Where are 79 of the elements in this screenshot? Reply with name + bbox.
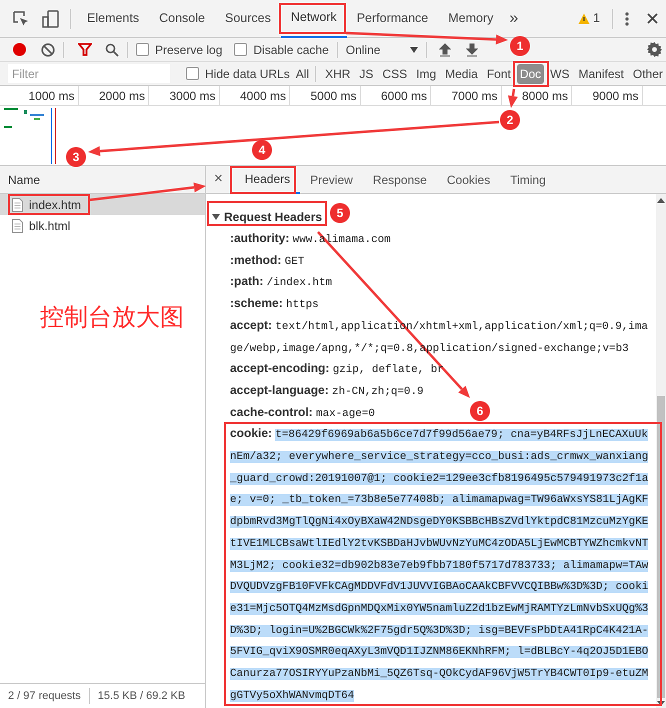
more-options-icon[interactable] xyxy=(625,12,629,26)
header-row-text: cache-control: max-age=0 xyxy=(229,404,375,422)
detail-tab[interactable]: Cookies xyxy=(436,166,500,194)
panel-tab[interactable]: Memory xyxy=(438,0,504,38)
disable-cache-label[interactable]: Disable cache xyxy=(253,40,329,58)
type-filter[interactable]: Img xyxy=(413,64,440,84)
warning-icon xyxy=(578,12,590,24)
time-tick: 7000 ms xyxy=(451,88,498,104)
type-filter[interactable]: CSS xyxy=(379,64,410,84)
transfer-size: 15.5 KB / 69.2 KB xyxy=(98,688,186,704)
header-row-text: accept-encoding: gzip, deflate, br xyxy=(229,360,444,378)
record-button[interactable] xyxy=(13,43,26,56)
filter-field[interactable]: Filter xyxy=(8,64,170,83)
highlight-frame xyxy=(513,61,549,87)
type-filter[interactable]: JS xyxy=(356,64,376,84)
type-filter[interactable]: XHR xyxy=(322,64,354,84)
type-filter[interactable]: Manifest xyxy=(576,64,627,84)
header-row-text: accept-language: zh-CN,zh;q=0.9 xyxy=(229,382,424,400)
type-filter[interactable]: Font xyxy=(484,64,514,84)
document-icon xyxy=(12,218,23,232)
checkbox[interactable] xyxy=(234,43,248,56)
expand-triangle-icon[interactable] xyxy=(212,213,220,221)
upload-icon[interactable] xyxy=(438,42,451,56)
detail-tab[interactable]: Headers xyxy=(234,166,300,194)
panel-tab[interactable]: Elements xyxy=(77,0,150,38)
request-count: 2 / 97 requests xyxy=(8,688,81,704)
close-icon[interactable] xyxy=(647,13,658,24)
scroll-up-icon[interactable] xyxy=(656,196,666,206)
preserve-log-label[interactable]: Preserve log xyxy=(155,40,222,58)
panel-tab[interactable]: Performance xyxy=(346,0,438,38)
warning-count[interactable]: 1 xyxy=(593,9,600,28)
waterfall-overview xyxy=(4,108,56,164)
hide-data-urls-label[interactable]: Hide data URLs xyxy=(205,64,290,82)
detail-tab[interactable]: Preview xyxy=(300,166,363,194)
clear-icon[interactable] xyxy=(41,42,55,56)
highlight-frame xyxy=(279,3,346,34)
type-filter[interactable]: WS xyxy=(547,64,573,84)
download-icon[interactable] xyxy=(466,42,478,56)
highlight-frame xyxy=(230,166,296,194)
document-icon xyxy=(12,198,23,212)
time-tick: 8000 ms xyxy=(522,88,568,104)
header-row-text: :scheme: https xyxy=(229,295,319,314)
type-filter[interactable]: Other xyxy=(630,64,666,84)
settings-icon[interactable] xyxy=(647,42,662,57)
step-marker: 5 xyxy=(330,203,350,223)
step-marker: 6 xyxy=(470,401,490,421)
time-tick: 4000 ms xyxy=(240,88,286,104)
step-marker: 4 xyxy=(252,140,272,160)
header-row-text: cookie: t=86429f6969ab6a5b6ce7d7f99d56ae79; cna=yB4RFsJjLnECAXuUknEm/a32; everywhere_service_strategy=cco_busi:ads_crmwx_wanxiang_guard_crowd:20191007@1; cookie2=129ee3cfb8196495c579491973c2f1ae; v=0; _tb_token_=73b8e5e77408b; alimamapwag=TW96aWxsYS81LjAgKFdpbmRvd3MgTlQgNi4xOyBXaW42NDsgeDY0KSBBcHBsZVdlYktpdC81MzcuMzYgKEtIVE1MLCBsaWtlIEdlY2tvKSBDaHJvbWUvNzYuMC4zODA5LjEwMCBTYWZhcmkvNTM3LjM2; cookie32=db902b83e7eb9fbb7180f5717d783733; alimamapw=TAwDVQUDVzgFB10FVFkCAgMDDVFdV1JUVVIGBAoCAAkCBFVVCQIBBw%3D%3D; cookie31=Mjc5OTQ4MzMsdGpnMDQxMix0YW5namluZ2d1bzEwMjRAMTYzLmNvbSxUQg%3D%3D; login=U%2BGCWk%2F75gdr5Q%3D%3D; isg=BEVFsPbDtA41RpC4K421A-5FVIG_qviX9OSMR0eqAXyL3mVQD1IJZNM86EKNhRFM; l=dBLBcY-4q2OJ5D1EBOCanurza77OSIRYYuPzaNbMi_5QZ6Tsq-QOkCydAF96VjW5TrYB4CWT0Ip9-etuZMgGTVy5oXhWANvmqDT64 xyxy=(229,425,650,704)
time-tick: 1000 ms xyxy=(28,88,74,104)
type-filter[interactable]: Media xyxy=(442,64,481,84)
throttling-select[interactable]: Online xyxy=(346,40,418,58)
step-marker: 2 xyxy=(500,110,520,130)
time-tick: 5000 ms xyxy=(310,88,356,104)
panel-tab[interactable]: Console xyxy=(149,0,215,38)
detail-tab[interactable]: Timing xyxy=(500,166,556,194)
time-tick: 2000 ms xyxy=(98,88,145,104)
type-filter[interactable]: All xyxy=(292,64,312,84)
header-row-text: :method: GET xyxy=(229,252,304,270)
search-icon[interactable] xyxy=(105,42,119,56)
time-tick: 6000 ms xyxy=(380,88,427,104)
panel-tab[interactable]: Sources xyxy=(214,0,281,38)
annotation-arrow xyxy=(508,88,518,108)
time-tick: 9000 ms xyxy=(592,88,638,104)
time-tick: 3000 ms xyxy=(169,88,216,104)
device-icon[interactable] xyxy=(42,10,60,28)
annotation-caption: 控制台放大图 xyxy=(40,303,184,333)
filter-icon[interactable] xyxy=(78,43,92,56)
column-header[interactable]: Name xyxy=(8,170,40,188)
inspect-icon[interactable] xyxy=(12,10,30,28)
section-title[interactable]: Request Headers xyxy=(224,208,322,226)
header-row-text: :path: /index.htm xyxy=(229,273,332,292)
checkbox[interactable] xyxy=(186,67,199,80)
checkbox[interactable] xyxy=(136,43,149,56)
close-panel-button[interactable]: × xyxy=(214,168,223,191)
more-tabs-button[interactable]: » xyxy=(503,6,524,30)
detail-tab[interactable]: Response xyxy=(362,166,437,194)
step-marker: 3 xyxy=(66,147,86,167)
caret-icon xyxy=(410,46,418,52)
